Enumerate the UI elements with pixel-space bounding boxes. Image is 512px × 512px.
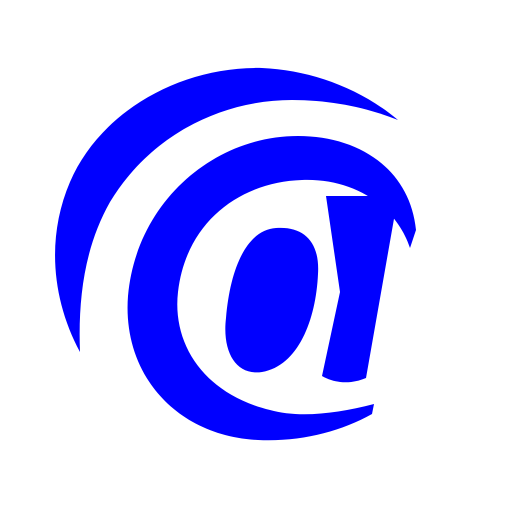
inner-a-bowl <box>225 227 319 373</box>
at-sign-icon <box>55 67 416 441</box>
right-stem <box>322 196 398 383</box>
icon-canvas <box>0 0 512 512</box>
at-sign-glyph <box>55 67 416 441</box>
